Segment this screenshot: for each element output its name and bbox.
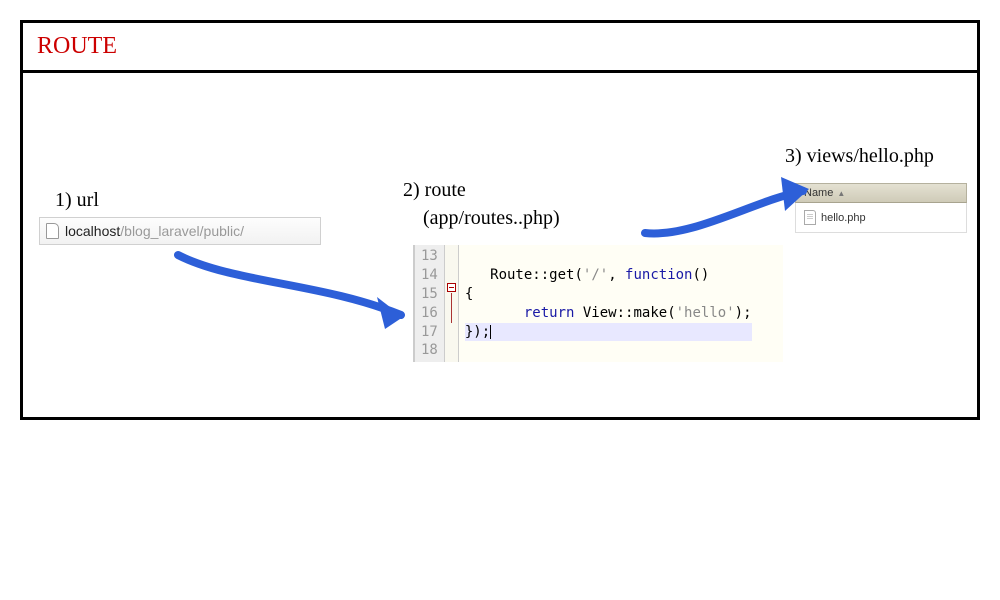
url-host: localhost <box>65 223 120 239</box>
arrow-url-to-route <box>163 243 433 353</box>
step-2-label: 2) route <box>403 179 466 202</box>
step-2-sublabel: (app/routes..php) <box>423 207 560 230</box>
file-explorer-header[interactable]: Name ▲ <box>795 183 967 203</box>
url-path: /blog_laravel/public/ <box>120 223 244 239</box>
line-number: 15 <box>421 285 438 304</box>
diagram-title: ROUTE <box>37 33 963 60</box>
code-line <box>465 341 752 360</box>
code-line-active: }); <box>465 323 752 342</box>
file-name: hello.php <box>821 212 866 224</box>
page-icon <box>46 223 59 239</box>
diagram-frame: ROUTE 1) url 2) route (app/routes..php) … <box>20 20 980 420</box>
diagram-canvas: 1) url 2) route (app/routes..php) 3) vie… <box>23 73 977 419</box>
line-number: 16 <box>421 304 438 323</box>
fold-stem <box>451 293 452 323</box>
text-cursor <box>490 325 491 339</box>
code-line: Route::get('/', function() <box>465 266 752 285</box>
browser-address-bar[interactable]: localhost/blog_laravel/public/ <box>39 217 321 245</box>
line-number: 18 <box>421 341 438 360</box>
column-header-name: Name <box>804 187 833 199</box>
file-explorer: Name ▲ hello.php <box>795 183 967 233</box>
step-1-label: 1) url <box>55 189 99 212</box>
fold-minus-icon[interactable] <box>447 283 456 292</box>
line-number: 14 <box>421 266 438 285</box>
file-row[interactable]: hello.php <box>795 203 967 233</box>
code-editor: 13 14 15 16 17 18 Route::get('/', functi… <box>413 245 783 362</box>
code-body[interactable]: Route::get('/', function() { return View… <box>459 245 758 362</box>
code-line: return View::make('hello'); <box>465 304 752 323</box>
code-line: { <box>465 285 752 304</box>
fold-column <box>445 245 459 362</box>
line-number-gutter: 13 14 15 16 17 18 <box>413 245 445 362</box>
sort-asc-icon: ▲ <box>837 189 845 198</box>
line-number: 17 <box>421 323 438 342</box>
file-icon <box>804 210 816 225</box>
title-bar: ROUTE <box>23 23 977 73</box>
code-line <box>465 247 752 266</box>
line-number: 13 <box>421 247 438 266</box>
step-3-label: 3) views/hello.php <box>785 145 934 168</box>
